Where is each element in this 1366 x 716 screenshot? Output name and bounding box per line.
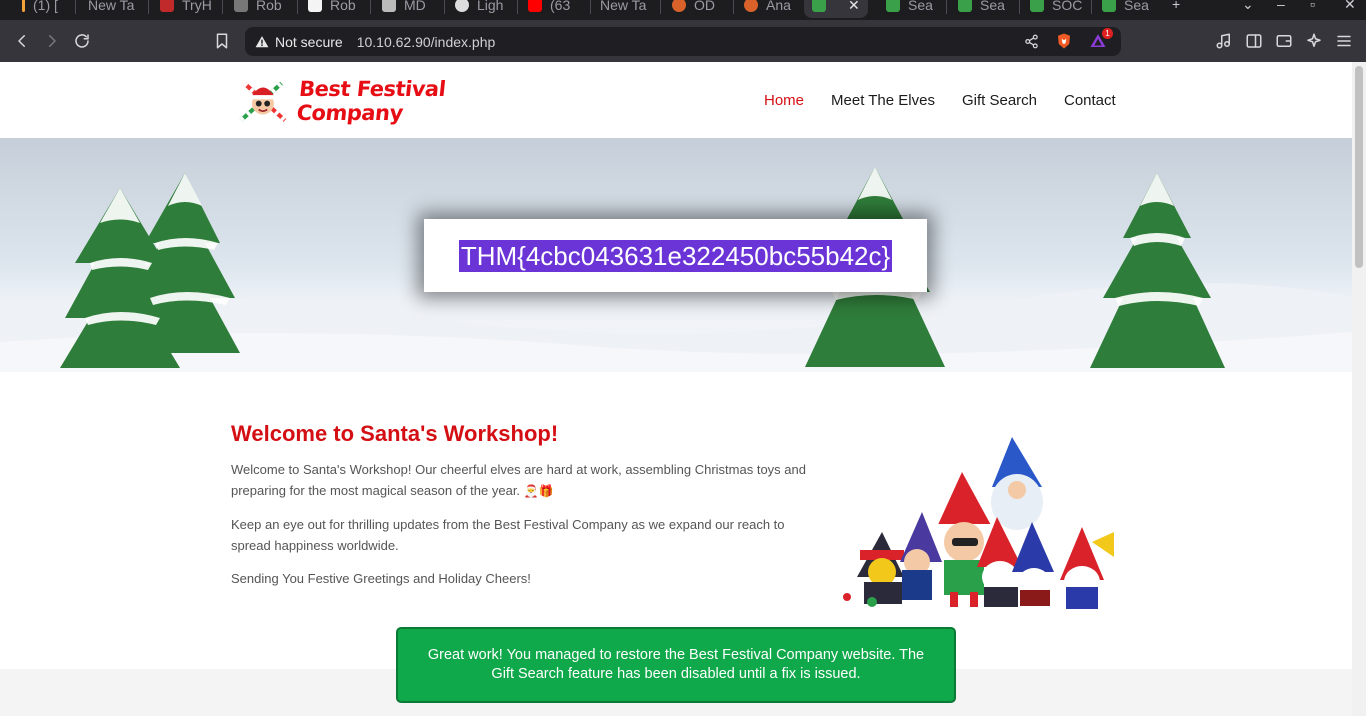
brave-shields-icon[interactable]	[1055, 32, 1073, 50]
tab-favicon-icon	[744, 0, 758, 12]
browser-tab[interactable]: Rob	[226, 0, 290, 18]
page-scrollbar[interactable]	[1352, 62, 1366, 716]
welcome-paragraph: Welcome to Santa's Workshop! Our cheerfu…	[231, 462, 806, 498]
tab-favicon-icon	[22, 0, 25, 12]
logo-text: Best Festival Company	[295, 77, 447, 125]
greetings-paragraph: Sending You Festive Greetings and Holida…	[231, 571, 531, 586]
pine-trees-left	[60, 173, 240, 368]
warning-icon[interactable]	[255, 35, 269, 49]
maximize-icon[interactable]: ▫	[1310, 0, 1315, 12]
share-icon[interactable]	[1024, 34, 1039, 49]
nav-contact[interactable]: Contact	[1064, 92, 1116, 109]
tab-favicon-icon	[812, 0, 826, 12]
menu-icon[interactable]	[1332, 29, 1356, 53]
scrollbar-thumb[interactable]	[1355, 66, 1363, 268]
back-icon[interactable]	[10, 29, 34, 53]
nav-home[interactable]: Home	[764, 92, 804, 109]
toast-message: Great work! You managed to restore the B…	[427, 647, 925, 682]
success-toast: Great work! You managed to restore the B…	[396, 627, 956, 703]
tab-favicon-icon	[1030, 0, 1044, 12]
tab-favicon-icon	[160, 0, 174, 12]
nav-meet-the-elves[interactable]: Meet The Elves	[831, 92, 935, 109]
minimize-icon[interactable]: –	[1277, 0, 1285, 12]
browser-tab[interactable]: Sea	[950, 0, 1013, 18]
forward-icon[interactable]	[40, 29, 64, 53]
elves-illustration	[843, 437, 1114, 609]
security-status[interactable]: Not secure	[275, 34, 343, 50]
close-window-icon[interactable]: ✕	[1344, 0, 1356, 13]
santa-gift-emoji: 🎅🎁	[523, 484, 554, 498]
brave-rewards-icon[interactable]: 1	[1089, 28, 1113, 50]
browser-tab[interactable]: SOC	[1022, 0, 1090, 18]
browser-tab[interactable]: Sea	[1094, 0, 1157, 18]
notification-badge: 1	[1102, 28, 1113, 39]
flag-text[interactable]: THM{4cbc043631e322450bc55b42c}	[458, 239, 893, 272]
updates-paragraph: Keep an eye out for thrilling updates fr…	[231, 517, 785, 553]
url-text[interactable]: 10.10.62.90/index.php	[357, 34, 496, 50]
site-logo[interactable]: Best Festival Company	[236, 72, 516, 130]
browser-tab[interactable]: TryH	[152, 0, 220, 18]
sidebar-icon[interactable]	[1242, 29, 1266, 53]
tab-favicon-icon	[958, 0, 972, 12]
tab-strip: (1) [ New Ta TryH Rob Rob MD Ligh (63 Ne…	[0, 0, 1366, 20]
web-page: Best Festival Company Home Meet The Elve…	[0, 62, 1352, 716]
browser-tab[interactable]: New Ta	[592, 0, 654, 18]
welcome-title: Welcome to Santa's Workshop!	[231, 421, 559, 446]
leo-ai-icon[interactable]	[1302, 29, 1326, 53]
main-nav: Home Meet The Elves Gift Search Contact	[764, 92, 1116, 109]
close-tab-icon[interactable]: ✕	[848, 0, 860, 14]
browser-tab[interactable]: OD	[664, 0, 723, 18]
browser-tab[interactable]: Rob	[300, 0, 364, 18]
browser-tab[interactable]: Ana	[736, 0, 799, 18]
browser-tab[interactable]: (1) [	[14, 0, 66, 18]
nav-gift-search[interactable]: Gift Search	[962, 92, 1037, 109]
browser-tab[interactable]: Ligh	[447, 0, 511, 18]
new-tab-icon[interactable]: +	[1172, 0, 1180, 12]
browser-tab[interactable]: MD	[374, 0, 434, 18]
pine-tree-right	[1090, 173, 1225, 368]
tab-favicon-icon	[382, 0, 396, 12]
bookmark-icon[interactable]	[210, 29, 234, 53]
browser-tab[interactable]: New Ta	[80, 0, 142, 18]
browser-tab-active[interactable]: ✕	[804, 0, 868, 18]
youtube-icon	[528, 0, 542, 12]
media-icon[interactable]	[1212, 29, 1236, 53]
tab-favicon-icon	[455, 0, 469, 12]
elf-logo-icon	[239, 81, 287, 122]
tab-list-chevron-icon[interactable]: ⌄	[1242, 0, 1254, 13]
flag-box: THM{4cbc043631e322450bc55b42c}	[424, 219, 927, 292]
address-bar[interactable]: Not secure 10.10.62.90/index.php 1	[245, 27, 1121, 56]
tab-favicon-icon	[672, 0, 686, 12]
tab-favicon-icon	[234, 0, 248, 12]
tab-favicon-icon	[308, 0, 322, 12]
browser-tab[interactable]: Sea	[878, 0, 941, 18]
reload-icon[interactable]	[70, 29, 94, 53]
browser-tab[interactable]: (63	[520, 0, 578, 18]
tab-favicon-icon	[886, 0, 900, 12]
tab-favicon-icon	[1102, 0, 1116, 12]
welcome-section: Welcome to Santa's Workshop! Welcome to …	[0, 372, 1352, 669]
wallet-icon[interactable]	[1272, 29, 1296, 53]
site-header: Best Festival Company Home Meet The Elve…	[0, 62, 1352, 138]
